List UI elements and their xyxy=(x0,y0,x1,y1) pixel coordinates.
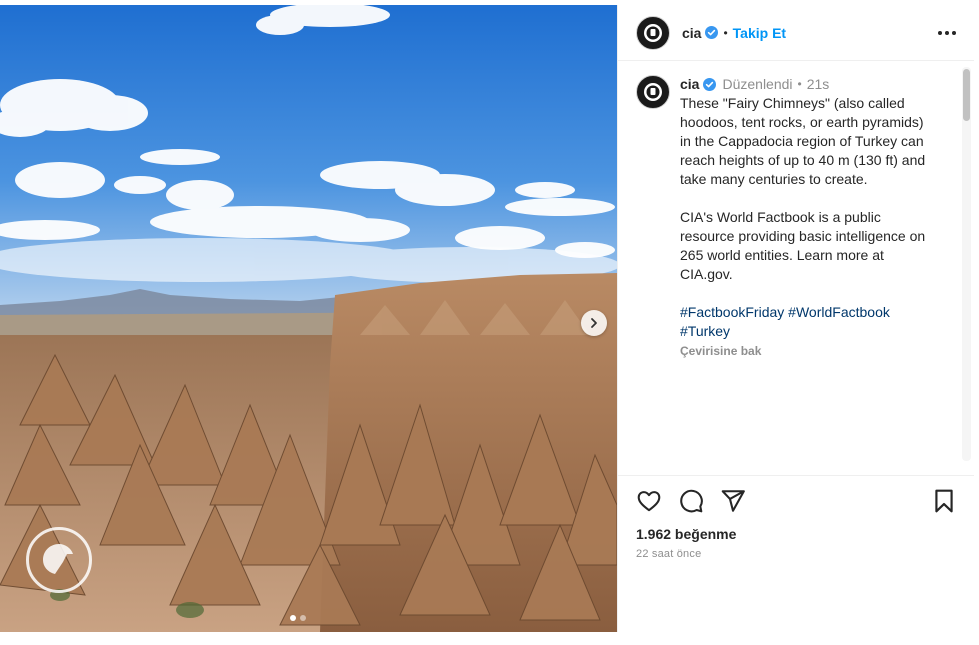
chevron-right-icon xyxy=(591,318,597,328)
cia-seal-icon xyxy=(644,23,662,42)
next-slide-button[interactable] xyxy=(581,310,607,336)
caption-text-2: CIA's World Factbook is a public resourc… xyxy=(680,209,930,282)
verified-badge-icon xyxy=(703,78,717,91)
scrollbar-thumb[interactable] xyxy=(963,69,970,121)
comments-scrollbar[interactable] xyxy=(962,67,971,461)
carousel-dot-active xyxy=(290,615,296,621)
post-photo xyxy=(0,5,617,632)
post-timestamp[interactable]: 22 saat önce xyxy=(636,548,956,560)
hashtag-turkey[interactable]: #Turkey xyxy=(680,323,730,339)
hashtag-worldfactbook[interactable]: #WorldFactbook xyxy=(788,304,890,320)
caption-avatar[interactable] xyxy=(636,75,670,109)
username[interactable]: cia xyxy=(682,25,701,41)
instagram-post-modal: cia • Takip Et cia Düzenlendi • 21s Thes… xyxy=(0,0,979,645)
cappadocia-landscape-image xyxy=(0,5,617,632)
cia-seal-icon xyxy=(644,83,662,101)
edited-label: Düzenlendi xyxy=(722,76,793,92)
bookmark-icon[interactable] xyxy=(932,488,956,514)
follow-button[interactable]: Takip Et xyxy=(733,25,786,41)
hashtags: #FactbookFriday #WorldFactbook #Turkey xyxy=(680,303,938,341)
hashtag-factbookfriday[interactable]: #FactbookFriday xyxy=(680,304,784,320)
action-icons xyxy=(636,486,956,516)
likes-count[interactable]: 1.962 beğenme xyxy=(636,526,956,542)
edited-separator: • xyxy=(797,77,802,91)
carousel-indicator xyxy=(290,615,306,621)
share-icon[interactable] xyxy=(720,488,746,514)
comments-area: cia Düzenlendi • 21s These "Fairy Chimne… xyxy=(618,61,974,463)
comment-icon[interactable] xyxy=(678,488,704,514)
watermark-logo xyxy=(26,527,92,593)
caption-body: cia Düzenlendi • 21s These "Fairy Chimne… xyxy=(680,75,938,361)
post-actions: 1.962 beğenme 22 saat önce xyxy=(618,475,974,560)
caption-text-1: These "Fairy Chimneys" (also called hood… xyxy=(680,95,930,187)
post-header: cia • Takip Et xyxy=(618,5,974,61)
see-translation-link[interactable]: Çevirisine bak xyxy=(680,342,938,361)
carousel-dot xyxy=(300,615,306,621)
header-separator: • xyxy=(723,25,728,40)
caption-username[interactable]: cia xyxy=(680,75,699,94)
post-side-panel: cia • Takip Et cia Düzenlendi • 21s Thes… xyxy=(617,5,974,632)
caption: cia Düzenlendi • 21s These "Fairy Chimne… xyxy=(636,75,956,361)
watermark-icon xyxy=(43,544,73,574)
avatar[interactable] xyxy=(636,15,670,50)
verified-badge-icon xyxy=(705,26,719,39)
more-options-icon[interactable] xyxy=(938,30,956,35)
caption-header: cia Düzenlendi • 21s xyxy=(680,75,938,94)
heart-icon[interactable] xyxy=(636,488,662,514)
caption-time[interactable]: 21s xyxy=(807,75,830,94)
